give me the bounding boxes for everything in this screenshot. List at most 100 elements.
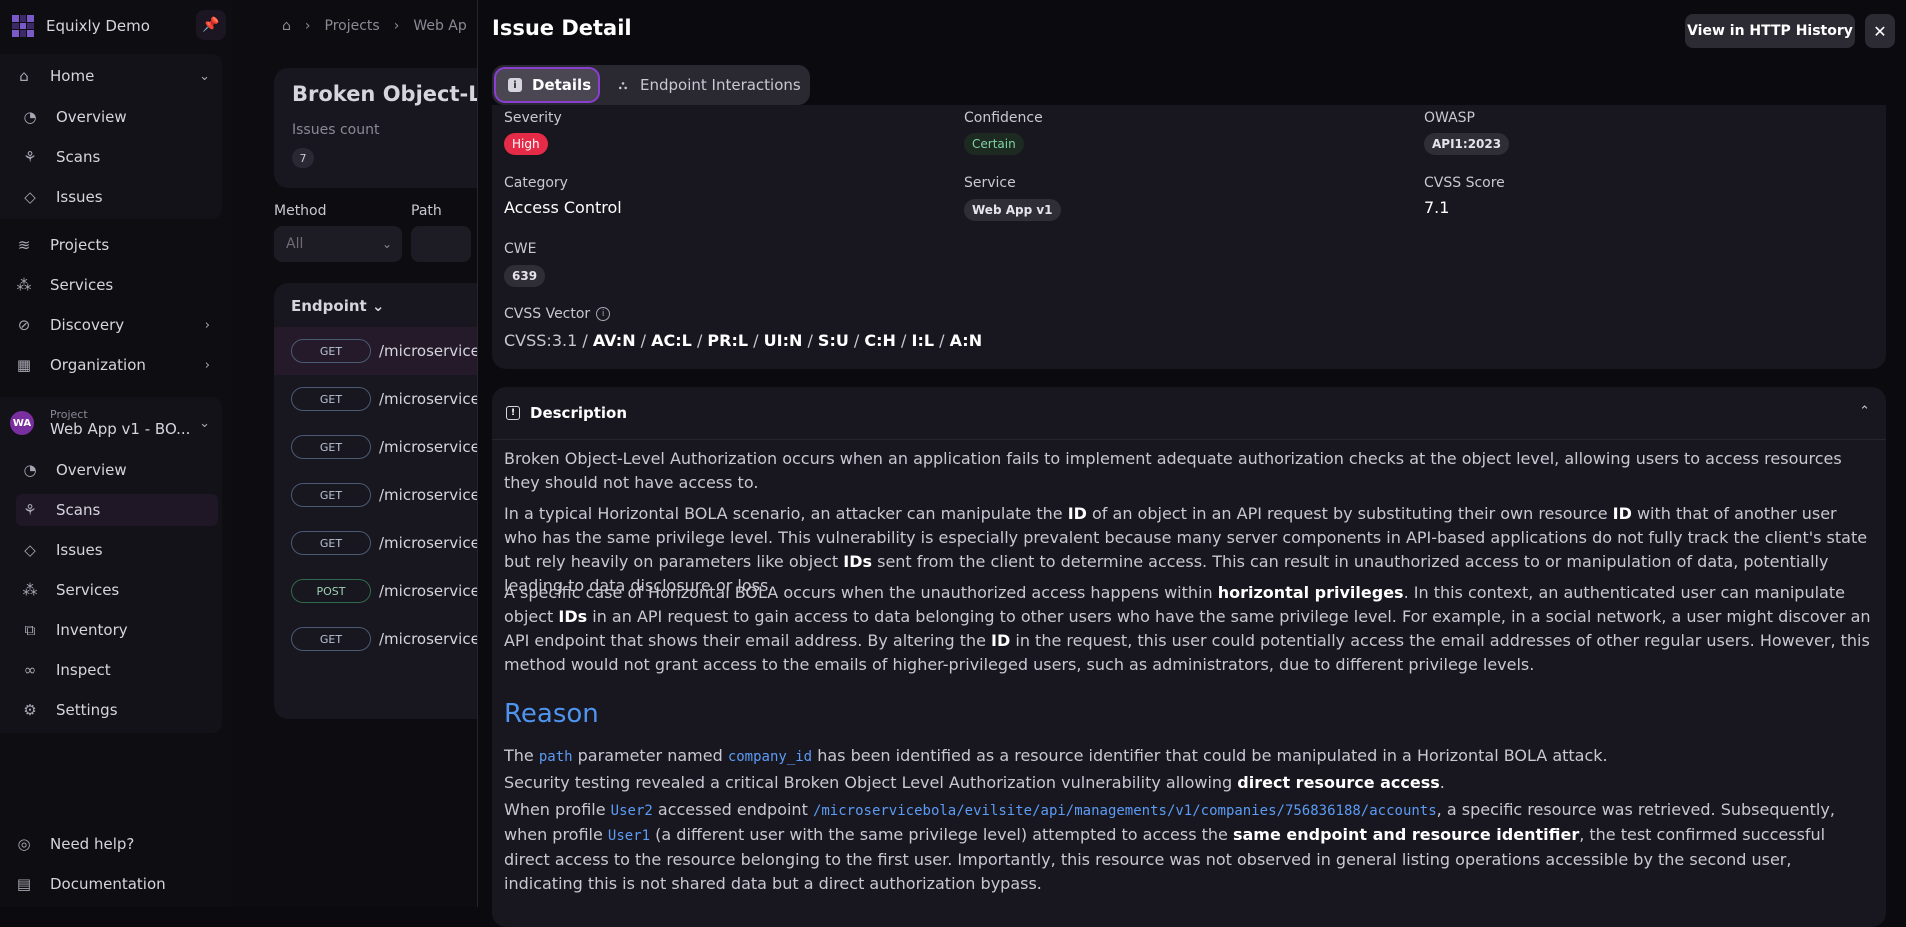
tab-endpoint-interactions[interactable]: ⛬ Endpoint Interactions [604,69,804,101]
pin-icon[interactable]: 📌 [196,10,226,40]
reason-paragraph: When profile User2 accessed endpoint /mi… [504,800,1835,893]
services-icon: ⁂ [16,276,32,294]
sidebar-item-label: Services [50,276,114,294]
sidebar-item-project-overview[interactable]: ◔ Overview [16,454,218,486]
info-square-icon: ! [506,406,520,420]
documentation-link[interactable]: ▤ Documentation [10,868,218,900]
sidebar-item-organization[interactable]: ▦ Organization › [10,349,218,381]
breadcrumb-project[interactable]: Web Ap [413,18,466,34]
category-value: Access Control [504,198,622,217]
brand[interactable]: Equixly Demo [12,12,222,40]
filter-method-label: Method [274,203,327,219]
sidebar-item-scans[interactable]: ⚘ Scans [16,141,218,173]
chevron-right-icon: › [204,357,210,373]
layers-icon: ≋ [17,236,31,254]
chevron-down-icon: ⌄ [199,68,210,84]
sidebar: Equixly Demo 📌 ⌂ Home ⌄ ◔ Overview ⚘ Sca… [0,0,232,907]
building-icon: ▦ [16,356,32,374]
sidebar-item-services[interactable]: ⁂ Services [10,269,218,301]
chevron-up-icon[interactable]: ⌃ [1859,404,1870,419]
tab-details[interactable]: i Details [496,69,598,101]
breadcrumb-projects[interactable]: Projects [325,18,380,34]
service-label: Service [964,175,1016,191]
gear-icon: ⚙ [23,701,37,719]
clock-icon: ◔ [23,108,37,126]
compass-icon: ⊘ [17,316,31,334]
scan-icon: ⚘ [23,148,37,166]
sidebar-item-label: Projects [50,236,110,254]
sidebar-item-label: Inspect [56,661,111,679]
book-icon: ▤ [16,875,32,893]
method-badge: GET [291,483,371,507]
sidebar-item-project-inspect[interactable]: ∞ Inspect [16,654,218,686]
method-badge: GET [291,531,371,555]
sidebar-item-home[interactable]: ⌂ Home ⌄ [10,60,218,92]
info-icon: i [508,78,522,92]
severity-label: Severity [504,110,562,126]
sidebar-item-label: Overview [56,108,127,126]
sidebar-item-label: Settings [56,701,118,719]
chevron-down-icon: ⌄ [199,415,210,431]
sidebar-item-issues[interactable]: ◇ Issues [16,181,218,213]
lifebuoy-icon: ◎ [17,835,31,853]
method-badge: GET [291,387,371,411]
sidebar-item-label: Issues [56,541,103,559]
chevron-right-icon: › [204,317,210,333]
sidebar-item-label: Scans [56,501,101,519]
endpoint-path: /microserviceb [379,582,490,600]
service-badge[interactable]: Web App v1 [964,199,1061,221]
cwe-badge[interactable]: 639 [504,265,546,287]
panel-title: Issue Detail [492,16,632,40]
home-icon[interactable]: ⌂ [282,18,291,34]
sidebar-item-label: Services [56,581,120,599]
description-paragraph: A specific case of Horizontal BOLA occur… [504,583,1871,674]
confidence-label: Confidence [964,110,1043,126]
need-help-link[interactable]: ◎ Need help? [10,828,218,860]
endpoint-column-header[interactable]: Endpoint ⌄ [291,297,385,315]
description-paragraph: Broken Object-Level Authorization occurs… [504,449,1842,492]
view-http-history-button[interactable]: View in HTTP History [1685,14,1855,48]
detail-tabs: i Details ⛬ Endpoint Interactions [492,65,810,105]
divider [492,439,1886,440]
issue-diamond-icon: ◇ [24,541,36,559]
sidebar-item-project-inventory[interactable]: ⧉ Inventory [16,614,218,646]
description-card: ! Description ⌃ Broken Object-Level Auth… [492,387,1886,927]
filter-path-label: Path [411,203,442,219]
sidebar-item-overview[interactable]: ◔ Overview [16,101,218,133]
method-badge: POST [291,579,371,603]
sidebar-item-label: Scans [56,148,101,166]
method-badge: GET [291,339,371,363]
close-icon[interactable]: ✕ [1865,14,1895,48]
network-icon: ⛬ [618,77,628,92]
sidebar-item-project[interactable]: WA Project Web App v1 - BO... ⌄ [10,404,218,442]
cvss-vector-label: CVSS Vector i [504,306,611,322]
issue-detail-panel: Issue Detail View in HTTP History ✕ i De… [477,0,1906,927]
sidebar-item-project-issues[interactable]: ◇ Issues [16,534,218,566]
brand-logo-icon [12,15,34,37]
filter-path-input[interactable] [411,226,471,262]
project-label: Project [50,407,88,421]
filter-method-select[interactable]: All ⌄ [274,226,402,262]
description-header[interactable]: ! Description [506,404,627,422]
owasp-badge: API1:2023 [1424,133,1510,155]
details-card: Severity High Confidence Certain OWASP A… [492,105,1886,369]
cvss-score-label: CVSS Score [1424,175,1505,191]
sidebar-item-discovery[interactable]: ⊘ Discovery › [10,309,218,341]
reason-paragraph: Security testing revealed a critical Bro… [504,773,1445,792]
sidebar-item-label: Need help? [50,835,135,853]
sidebar-item-project-services[interactable]: ⁂ Services [16,574,218,606]
project-avatar: WA [10,411,34,435]
cvss-vector-value: CVSS:3.1 / AV:N / AC:L / PR:L / UI:N / S… [504,331,983,350]
sidebar-item-project-settings[interactable]: ⚙ Settings [16,694,218,726]
services-icon: ⁂ [22,581,38,599]
sidebar-item-label: Discovery [50,316,125,334]
scan-icon: ⚘ [23,501,37,519]
sidebar-item-project-scans[interactable]: ⚘ Scans [16,494,218,526]
sidebar-item-projects[interactable]: ≋ Projects [10,229,218,261]
info-icon[interactable]: i [596,307,611,321]
clock-icon: ◔ [23,461,37,479]
endpoint-path: /microserviceb [379,390,490,408]
binoculars-icon: ∞ [23,661,37,679]
issues-count-label: Issues count [292,122,380,138]
endpoint-path: /microserviceb [379,534,490,552]
